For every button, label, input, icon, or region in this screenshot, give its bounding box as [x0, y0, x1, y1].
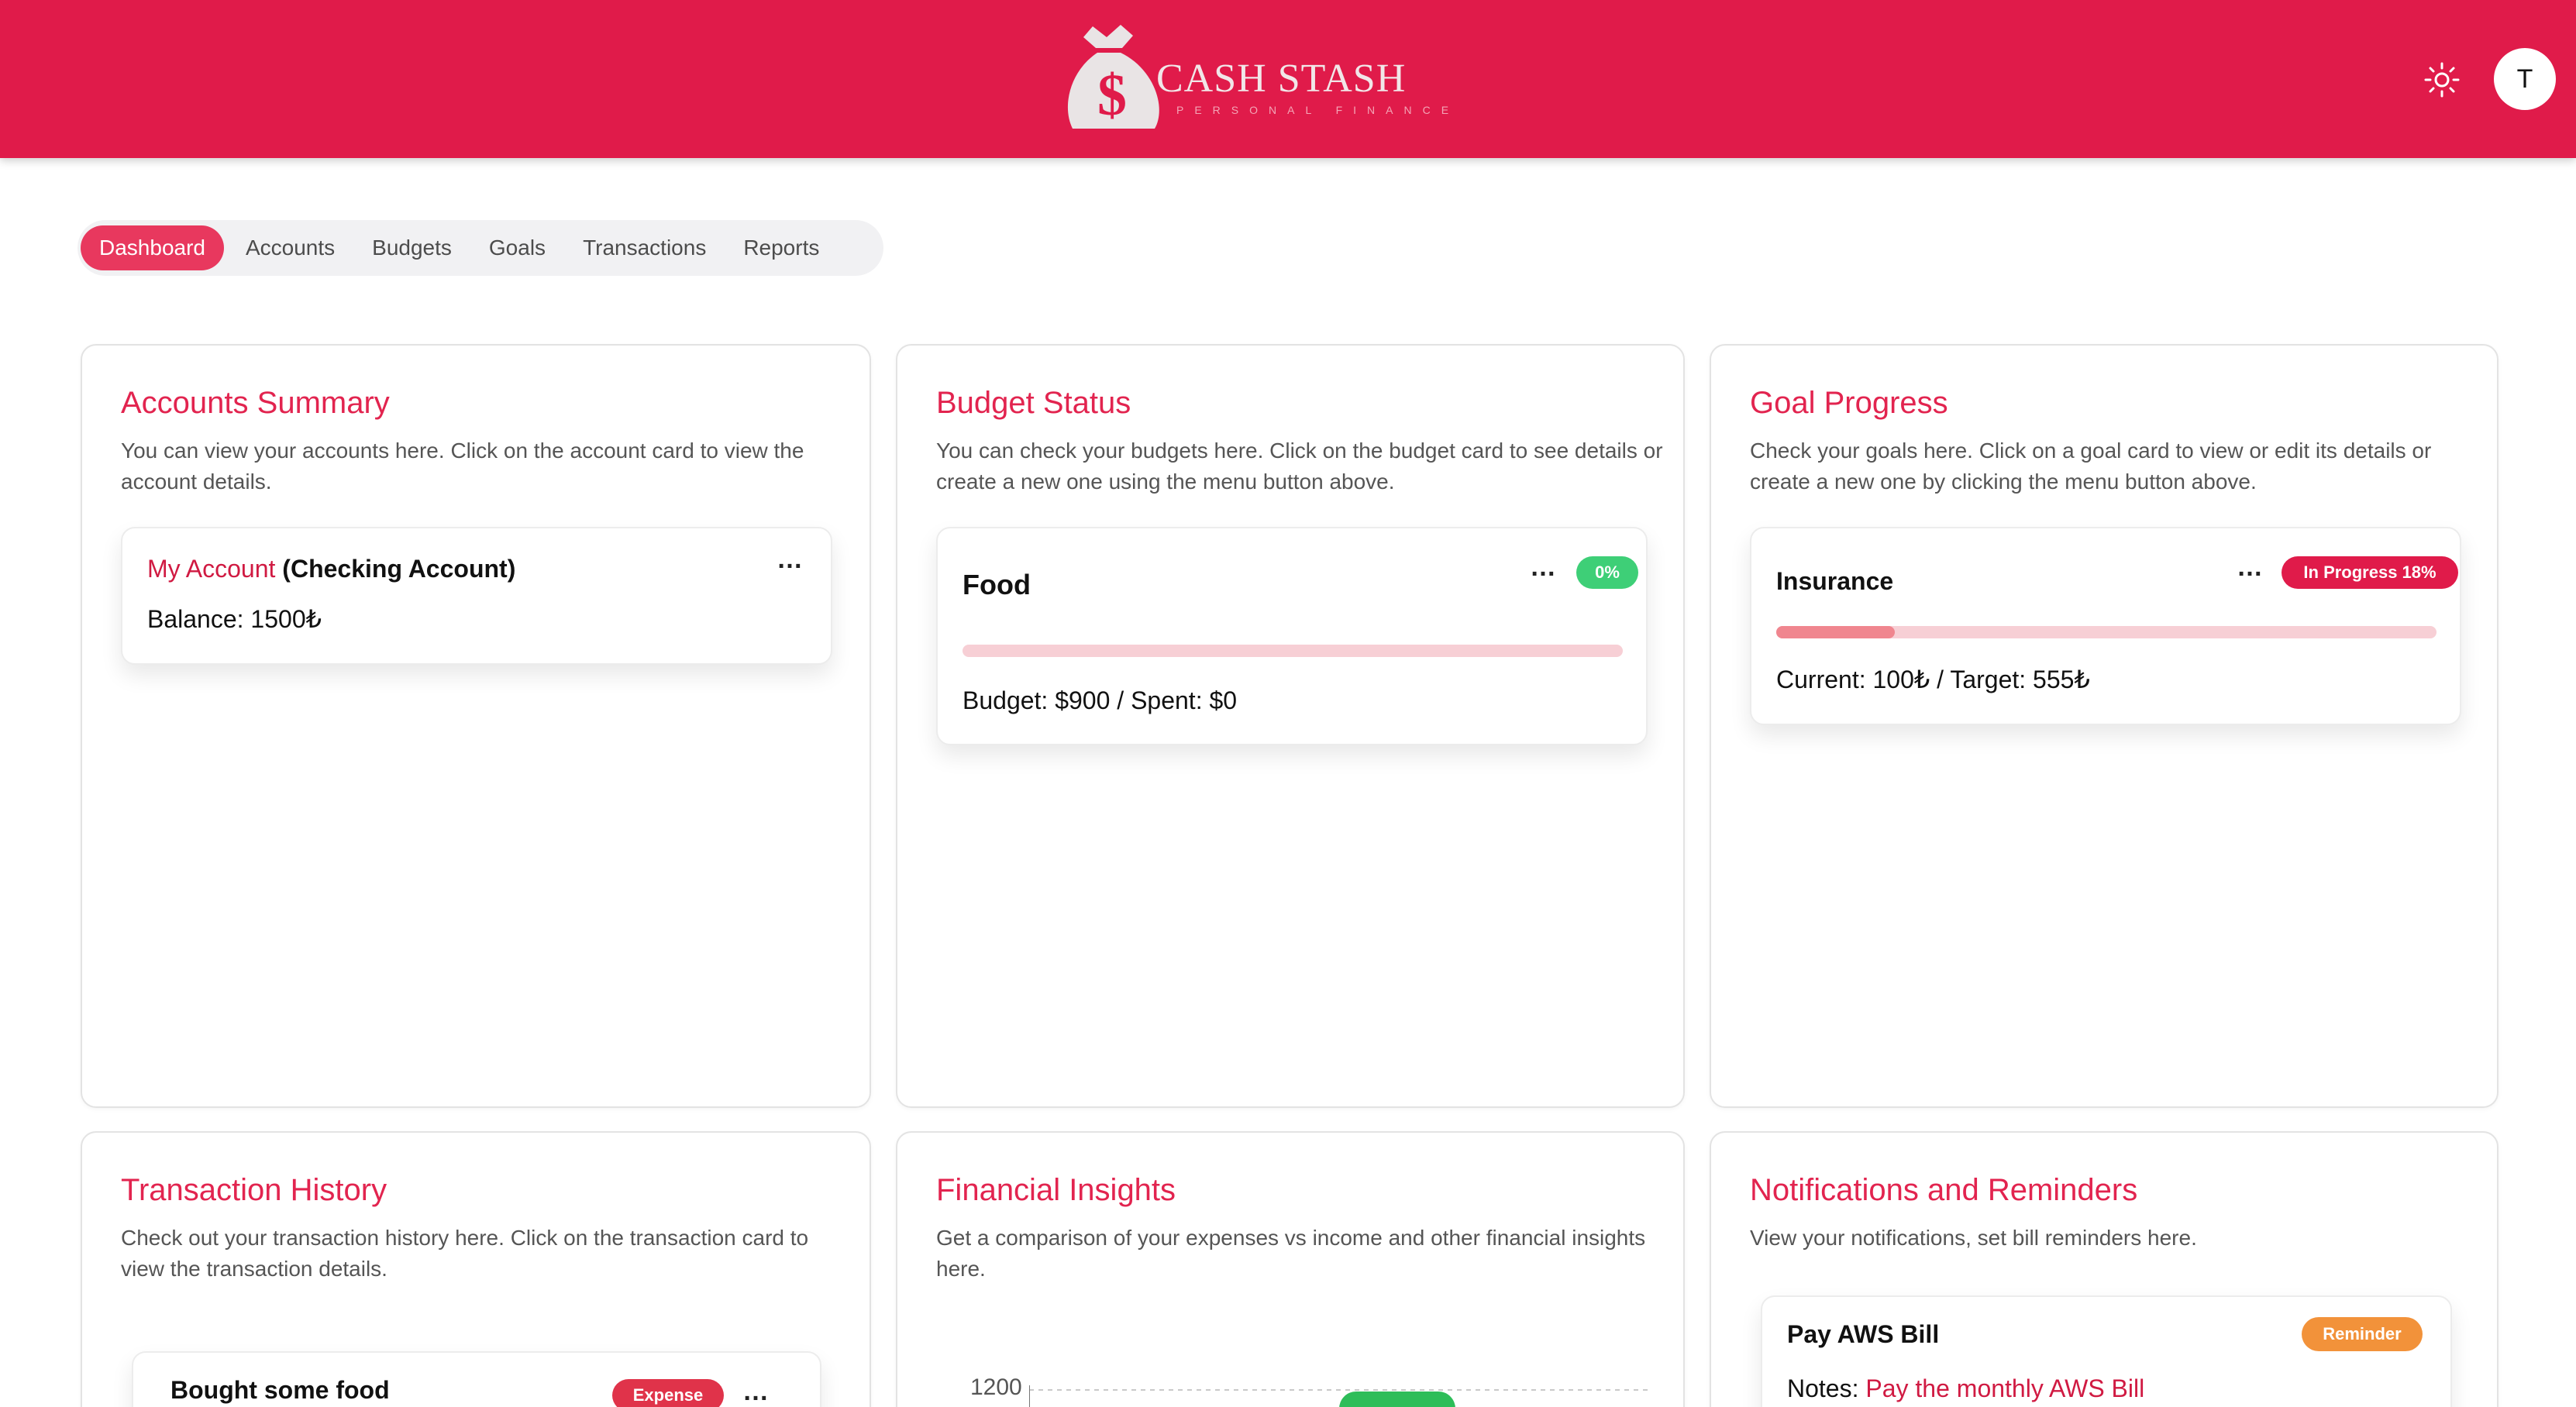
tab-transactions[interactable]: Transactions — [564, 225, 725, 270]
chart-tick-label: 1200 — [970, 1374, 1022, 1400]
budget-card[interactable]: Food … 0% Budget: $900 / Spent: $0 — [936, 527, 1648, 745]
tab-goals[interactable]: Goals — [470, 225, 564, 270]
reminder-notes: Notes: Pay the monthly AWS Bill — [1787, 1374, 2144, 1403]
account-title: My Account (Checking Account) — [147, 555, 515, 583]
more-options-icon[interactable]: … — [2237, 554, 2264, 580]
insights-chart — [1029, 1385, 1649, 1407]
transaction-history-card: Transaction History Check out your trans… — [81, 1131, 871, 1407]
goal-progress-bar — [1776, 626, 2437, 638]
goal-card[interactable]: Insurance … In Progress 18% Current: 100… — [1750, 527, 2461, 725]
account-type: (Checking Account) — [282, 555, 516, 583]
card-title: Transaction History — [121, 1173, 387, 1207]
accounts-summary-card: Accounts Summary You can view your accou… — [81, 344, 871, 1108]
tab-budgets[interactable]: Budgets — [353, 225, 470, 270]
card-description: View your notifications, set bill remind… — [1750, 1226, 2197, 1250]
sun-icon — [2424, 62, 2460, 98]
more-options-icon[interactable]: … — [742, 1378, 770, 1405]
account-card[interactable]: My Account (Checking Account) … Balance:… — [121, 527, 832, 665]
notifications-card: Notifications and Reminders View your no… — [1710, 1131, 2499, 1407]
user-avatar-button[interactable]: T — [2494, 48, 2556, 110]
tab-dashboard[interactable]: Dashboard — [81, 225, 224, 270]
brand-tagline: PERSONAL FINANCE — [1176, 104, 1460, 116]
budget-progress-badge: 0% — [1576, 556, 1638, 589]
budget-name: Food — [963, 569, 1031, 600]
goal-name: Insurance — [1776, 567, 1894, 595]
brand-logo[interactable]: $ CASH STASH PERSONAL FINANCE — [1062, 20, 1448, 136]
budget-status-card: Budget Status You can check your budgets… — [896, 344, 1685, 1108]
card-description: Check your goals here. Click on a goal c… — [1750, 439, 2432, 494]
card-description: You can check your budgets here. Click o… — [936, 439, 1663, 494]
card-description: You can view your accounts here. Click o… — [121, 439, 804, 494]
brand-name: CASH STASH — [1156, 57, 1407, 101]
notes-value: Pay the monthly AWS Bill — [1865, 1374, 2145, 1402]
account-balance: Balance: 1500₺ — [147, 605, 322, 633]
card-description: Get a comparison of your expenses vs inc… — [936, 1226, 1646, 1281]
tab-accounts[interactable]: Accounts — [227, 225, 353, 270]
card-title: Accounts Summary — [121, 386, 390, 420]
budget-details: Budget: $900 / Spent: $0 — [963, 686, 1238, 714]
main-nav-tabs: Dashboard Accounts Budgets Goals Transac… — [77, 220, 883, 276]
goal-status-badge: In Progress 18% — [2282, 556, 2458, 589]
svg-text:$: $ — [1097, 63, 1127, 128]
transaction-card[interactable]: Bought some food Expense … — [132, 1351, 821, 1407]
goal-progress-card: Goal Progress Check your goals here. Cli… — [1710, 344, 2499, 1108]
notes-label: Notes: — [1787, 1374, 1859, 1402]
money-bag-icon: $ — [1067, 25, 1159, 129]
card-title: Financial Insights — [936, 1173, 1176, 1207]
chart-bar[interactable] — [1339, 1392, 1455, 1407]
financial-insights-card: Financial Insights Get a comparison of y… — [896, 1131, 1685, 1407]
reminder-card[interactable]: Pay AWS Bill Reminder Notes: Pay the mon… — [1761, 1295, 2452, 1407]
reminder-name: Pay AWS Bill — [1787, 1320, 1940, 1348]
account-name: My Account — [147, 555, 276, 583]
transaction-type-badge: Expense — [612, 1379, 724, 1407]
card-description: Check out your transaction history here.… — [121, 1226, 809, 1281]
more-options-icon[interactable]: … — [777, 546, 804, 573]
card-title: Goal Progress — [1750, 386, 1948, 420]
transaction-name: Bought some food — [170, 1376, 390, 1404]
card-title: Budget Status — [936, 386, 1131, 420]
card-title: Notifications and Reminders — [1750, 1173, 2138, 1207]
goal-progress-fill — [1776, 626, 1896, 638]
theme-toggle-button[interactable] — [2423, 60, 2461, 99]
more-options-icon[interactable]: … — [1530, 554, 1558, 580]
reminder-badge: Reminder — [2302, 1317, 2423, 1351]
budget-progress-bar — [963, 645, 1623, 657]
tab-reports[interactable]: Reports — [725, 225, 838, 270]
goal-details: Current: 100₺ / Target: 555₺ — [1776, 666, 2090, 693]
app-header: $ CASH STASH PERSONAL FINANCE T — [0, 0, 2576, 158]
